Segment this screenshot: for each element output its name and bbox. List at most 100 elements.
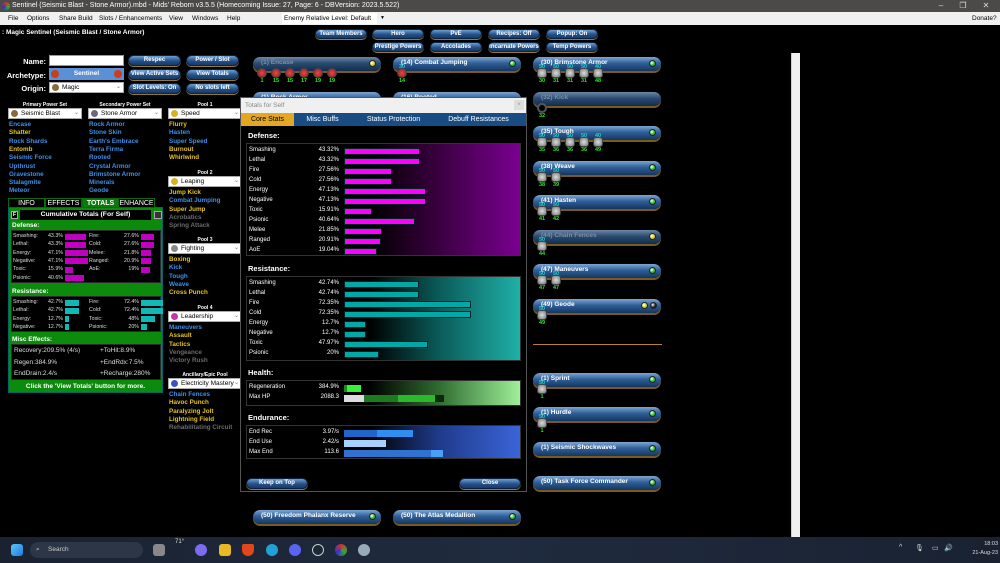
power-chain-fences[interactable]: Chain Fences [169, 391, 210, 398]
power-tactics[interactable]: Tactics [169, 341, 190, 348]
popup-on-button[interactable]: Popup: On [546, 29, 598, 39]
power-tough[interactable]: Tough [169, 273, 188, 280]
accolades-button[interactable]: Accolades [430, 42, 482, 52]
power-rooted[interactable]: Rooted [89, 154, 111, 161]
network-icon[interactable]: ▭ [932, 544, 939, 552]
power-victory-rush[interactable]: Victory Rush [169, 357, 208, 364]
pool-4-dropdown[interactable]: Leadership ⌄ [168, 311, 242, 322]
power-acrobatics[interactable]: Acrobatics [169, 214, 202, 221]
power-weave[interactable]: Weave [169, 281, 189, 288]
power-crystal-armor[interactable]: Crystal Armor [89, 163, 131, 170]
prev-archetype-icon[interactable] [51, 70, 59, 78]
chat-icon[interactable] [195, 544, 207, 556]
power-maneuvers[interactable]: Maneuvers [169, 324, 202, 331]
power-terra-firma[interactable]: Terra Firma [89, 146, 123, 153]
power-havoc-punch[interactable]: Havoc Punch [169, 399, 209, 406]
hero-button[interactable]: Hero [372, 29, 424, 39]
dialog-tab-debuff-resistances[interactable]: Debuff Resistances [436, 113, 521, 126]
power-slot-1-seismic-shockwaves[interactable]: (1) Seismic Shockwaves [533, 441, 661, 456]
enhancement-slot[interactable] [271, 68, 281, 78]
dialog-tab-misc-buffs[interactable]: Misc Buffs [294, 113, 351, 126]
power-slot-button[interactable]: Power / Slot [186, 55, 239, 66]
power-rock-shards[interactable]: Rock Shards [9, 138, 48, 145]
pool-3-dropdown[interactable]: Fighting ⌄ [168, 243, 242, 254]
power-brimstone-armor[interactable]: Brimstone Armor [89, 171, 141, 178]
power-flurry[interactable]: Flurry [169, 121, 187, 128]
power-paralyzing-jolt[interactable]: Paralyzing Jolt [169, 408, 213, 415]
f-button[interactable]: F [11, 211, 18, 219]
power-cross-punch[interactable]: Cross Punch [169, 289, 208, 296]
microphone-icon[interactable]: 🎙 [915, 544, 924, 552]
tab-info[interactable]: INFO [8, 198, 45, 208]
power-spring-attack[interactable]: Spring Attack [169, 222, 210, 229]
power-slot-49-geode[interactable]: (49) Geode [533, 298, 661, 313]
start-icon[interactable] [11, 544, 23, 556]
power-shatter[interactable]: Shatter [9, 129, 31, 136]
enhancement-slot[interactable] [285, 68, 295, 78]
power-hasten[interactable]: Hasten [169, 129, 190, 136]
donate-link[interactable]: Donate? [972, 12, 997, 25]
tab-enhance[interactable]: ENHANCE [118, 198, 155, 208]
enemy-level-select[interactable]: Enemy Relative Level: Default ▼ [282, 13, 385, 24]
power-slot-50-task-force-commander[interactable]: (50) Task Force Commander [533, 475, 661, 490]
menu-share-build[interactable]: Share Build [59, 12, 93, 25]
discord-icon[interactable] [289, 544, 301, 556]
enhancement-slot[interactable] [537, 102, 547, 113]
origin-dropdown[interactable]: Magic ⌄ [49, 82, 124, 93]
power-kick[interactable]: Kick [169, 264, 182, 271]
weather-widget[interactable]: 71° [175, 539, 184, 545]
power-burnout[interactable]: Burnout [169, 146, 193, 153]
archetype-selector[interactable]: Sentinel [49, 68, 124, 80]
enhancement-slot[interactable] [299, 68, 309, 78]
keep-on-top-button[interactable]: Keep on Top [246, 478, 308, 489]
respec-button[interactable]: Respec [128, 55, 181, 66]
ancillary-epic-pool-dropdown[interactable]: Electricity Mastery ⌄ [168, 378, 242, 389]
pool-2-dropdown[interactable]: Leaping ⌄ [168, 176, 242, 187]
incarnate-powers-button[interactable]: Incarnate Powers [488, 42, 540, 52]
power-slot-32-kick[interactable]: (32) Kick [533, 91, 661, 106]
recipes-off-button[interactable]: Recipes: Off [488, 29, 540, 39]
team-members-button[interactable]: Team Members [315, 29, 367, 39]
clock-time[interactable]: 18:03 [960, 541, 998, 547]
primary-power-set-dropdown[interactable]: Seismic Blast ⌄ [8, 108, 82, 119]
brave-browser-icon[interactable] [242, 544, 254, 556]
maximize-button[interactable]: ❐ [952, 0, 974, 12]
vertical-scrollbar[interactable] [791, 53, 800, 537]
power-jump-kick[interactable]: Jump Kick [169, 189, 201, 196]
name-input[interactable] [49, 55, 124, 66]
dialog-close-button[interactable]: Close [459, 478, 521, 489]
save-icon[interactable] [154, 211, 162, 219]
power-slot-1-sprint[interactable]: (1) Sprint [533, 373, 661, 387]
slot-levels-button[interactable]: Slot Levels: On [128, 83, 181, 94]
menu-view[interactable]: View [169, 12, 183, 25]
enhancement-slot[interactable] [313, 68, 323, 78]
steam-icon[interactable] [312, 544, 324, 556]
power-earth-s-embrace[interactable]: Earth's Embrace [89, 138, 138, 145]
power-seismic-force[interactable]: Seismic Force [9, 154, 52, 161]
dialog-tab-core-stats[interactable]: Core Stats [241, 113, 294, 126]
power-whirlwind[interactable]: Whirlwind [169, 154, 199, 161]
tab-effects[interactable]: EFFECTS [45, 198, 82, 208]
menu-help[interactable]: Help [227, 12, 240, 25]
power-encase[interactable]: Encase [9, 121, 31, 128]
tab-totals[interactable]: TOTALS [82, 198, 119, 208]
edge-browser-icon[interactable] [266, 544, 278, 556]
settings-icon[interactable] [358, 544, 370, 556]
power-boxing[interactable]: Boxing [169, 256, 190, 263]
volume-icon[interactable]: 🔊 [944, 544, 953, 552]
power-lightning-field[interactable]: Lightning Field [169, 416, 214, 423]
mids-reborn-icon[interactable] [335, 544, 347, 556]
next-archetype-icon[interactable] [114, 70, 122, 78]
power-super-jump[interactable]: Super Jump [169, 206, 205, 213]
pool-1-dropdown[interactable]: Speed ⌄ [168, 108, 242, 119]
tray-chevron-icon[interactable]: ^ [899, 544, 902, 551]
power-upthrust[interactable]: Upthrust [9, 163, 35, 170]
power-stone-skin[interactable]: Stone Skin [89, 129, 122, 136]
dialog-close-icon[interactable]: × [514, 100, 524, 110]
power-slot-50-freedom-phalanx-reserve[interactable]: (50) Freedom Phalanx Reserve [253, 510, 381, 524]
power-entomb[interactable]: Entomb [9, 146, 32, 153]
no-slots-left-button[interactable]: No slots left [186, 83, 239, 94]
view-totals-button[interactable]: View Totals [186, 69, 239, 80]
task-view-icon[interactable] [153, 544, 165, 556]
secondary-power-set-dropdown[interactable]: Stone Armor ⌄ [88, 108, 162, 119]
